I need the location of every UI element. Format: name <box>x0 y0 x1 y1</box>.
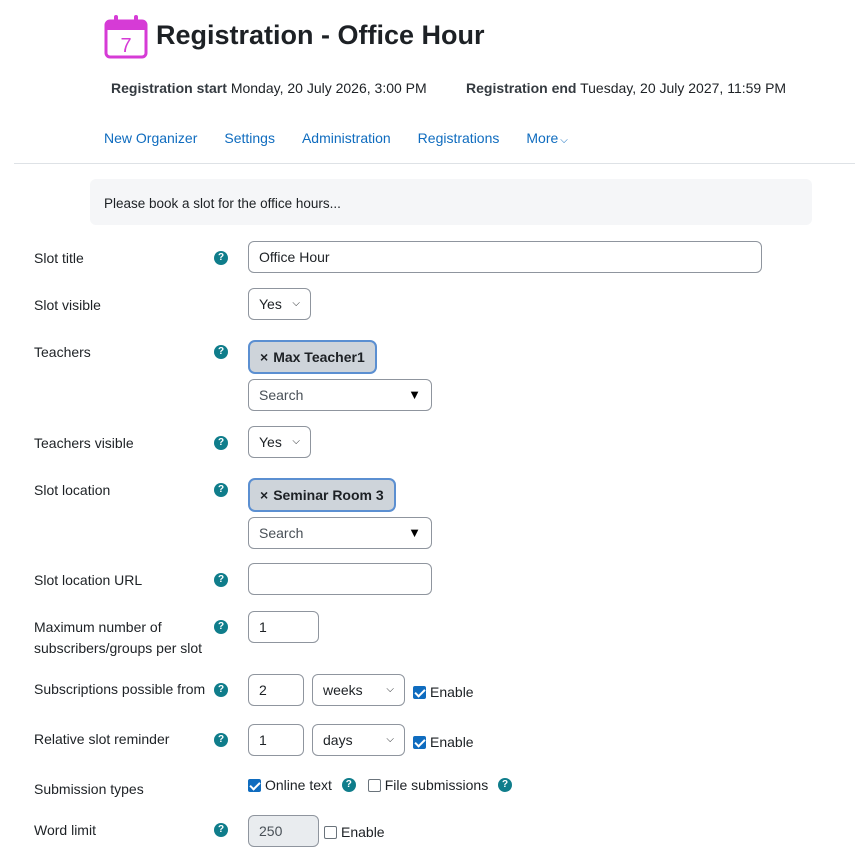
chevron-down-icon: ⌵ <box>386 734 394 745</box>
tab-more[interactable]: More ⌵ <box>526 130 568 146</box>
word-limit-enable: Enable <box>324 823 385 840</box>
location-chip[interactable]: × Seminar Room 3 <box>248 478 396 512</box>
subscriptions-from-unit-select[interactable]: weeks ⌵ <box>312 674 405 706</box>
subscriptions-from-label: Subscriptions possible from <box>34 681 206 697</box>
divider <box>14 163 855 164</box>
max-subscribers-label-line1: Maximum number of <box>34 619 162 635</box>
submission-types-label: Submission types <box>34 781 144 797</box>
file-submissions-checkbox[interactable] <box>367 778 381 792</box>
location-search[interactable]: Search ▼ <box>248 517 432 549</box>
teacher-chip[interactable]: × Max Teacher1 <box>248 340 377 374</box>
help-icon[interactable]: ? <box>214 345 228 359</box>
location-chip-label: Seminar Room 3 <box>273 487 384 503</box>
max-subscribers-label-line2: subscribers/groups per slot <box>34 640 203 656</box>
relative-reminder-enable-checkbox[interactable] <box>413 735 426 749</box>
teachers-visible-value: Yes <box>259 434 282 450</box>
subscriptions-from-enable-label: Enable <box>430 684 474 701</box>
teachers-search[interactable]: Search ▼ <box>248 379 432 411</box>
intro-text: Please book a slot for the office hours.… <box>104 196 341 211</box>
relative-reminder-enable-label: Enable <box>430 734 474 751</box>
chevron-down-icon: ⌵ <box>292 436 300 447</box>
file-submissions-label: File submissions <box>384 777 489 794</box>
subscriptions-from-input[interactable]: 2 <box>248 674 304 706</box>
slot-title-label: Slot title <box>34 250 84 266</box>
chevron-down-icon: ⌵ <box>560 135 568 146</box>
registration-end-label: Registration end <box>466 80 577 96</box>
intro-box: Please book a slot for the office hours.… <box>90 179 812 225</box>
slot-visible-value: Yes <box>259 296 282 312</box>
slot-location-url-input[interactable] <box>248 563 432 595</box>
online-text-label: Online text <box>265 777 332 794</box>
help-icon[interactable]: ? <box>214 251 228 265</box>
slot-title-input[interactable]: Office Hour <box>248 241 762 273</box>
word-limit-enable-checkbox[interactable] <box>324 825 337 839</box>
tab-registrations[interactable]: Registrations <box>418 130 500 146</box>
chevron-down-icon: ⌵ <box>292 298 300 309</box>
word-limit-label: Word limit <box>34 822 96 838</box>
teachers-search-placeholder: Search <box>259 387 304 403</box>
tab-settings[interactable]: Settings <box>224 130 275 146</box>
calendar-icon: 7 <box>104 15 148 59</box>
help-icon[interactable]: ? <box>214 483 228 497</box>
submission-types-options: Online text ? File submissions ? <box>248 776 513 794</box>
tab-new-organizer[interactable]: New Organizer <box>104 130 197 146</box>
help-icon[interactable]: ? <box>498 778 513 793</box>
max-subscribers-input[interactable]: 1 <box>248 611 319 643</box>
relative-reminder-unit-select[interactable]: days ⌵ <box>312 724 405 756</box>
max-subscribers-label: Maximum number of subscribers/groups per… <box>34 617 202 659</box>
help-icon[interactable]: ? <box>214 573 228 587</box>
teachers-visible-label: Teachers visible <box>34 435 134 451</box>
subscriptions-from-enable: Enable <box>413 683 474 700</box>
tab-administration[interactable]: Administration <box>302 130 391 146</box>
relative-reminder-label: Relative slot reminder <box>34 731 170 747</box>
help-icon[interactable]: ? <box>214 733 228 747</box>
tab-more-label: More <box>526 130 559 146</box>
help-icon[interactable]: ? <box>214 823 228 837</box>
teacher-chip-label: Max Teacher1 <box>273 349 365 365</box>
help-icon[interactable]: ? <box>214 683 228 697</box>
secondary-navigation: New Organizer Settings Administration Re… <box>104 130 595 146</box>
teachers-label: Teachers <box>34 344 91 360</box>
caret-down-icon: ▼ <box>408 525 421 540</box>
registration-start-value: Monday, 20 July 2026, 3:00 PM <box>230 80 427 96</box>
svg-text:7: 7 <box>120 35 131 57</box>
page-title: Registration - Office Hour <box>156 20 485 50</box>
slot-location-label: Slot location <box>34 482 111 498</box>
slot-location-url-label: Slot location URL <box>34 572 143 588</box>
registration-end: Registration end Tuesday, 20 July 2027, … <box>466 80 786 96</box>
slot-visible-label: Slot visible <box>34 297 101 313</box>
teachers-visible-select[interactable]: Yes ⌵ <box>248 426 311 458</box>
registration-start: Registration start Monday, 20 July 2026,… <box>111 80 427 96</box>
subscriptions-from-enable-checkbox[interactable] <box>413 685 426 699</box>
relative-reminder-input[interactable]: 1 <box>248 724 304 756</box>
caret-down-icon: ▼ <box>408 387 421 402</box>
relative-reminder-enable: Enable <box>413 733 474 750</box>
location-search-placeholder: Search <box>259 525 304 541</box>
word-limit-input[interactable]: 250 <box>248 815 319 847</box>
close-icon[interactable]: × <box>260 349 268 365</box>
close-icon[interactable]: × <box>260 487 268 503</box>
chevron-down-icon: ⌵ <box>386 684 394 695</box>
subscriptions-from-unit-value: weeks <box>323 682 363 698</box>
relative-reminder-unit-value: days <box>323 732 353 748</box>
help-icon[interactable]: ? <box>341 778 356 793</box>
slot-visible-select[interactable]: Yes ⌵ <box>248 288 311 320</box>
help-icon[interactable]: ? <box>214 436 228 450</box>
registration-end-value: Tuesday, 20 July 2027, 11:59 PM <box>580 80 787 96</box>
help-icon[interactable]: ? <box>214 620 228 634</box>
word-limit-enable-label: Enable <box>341 824 385 841</box>
online-text-checkbox[interactable] <box>248 778 261 792</box>
registration-start-label: Registration start <box>111 80 227 96</box>
